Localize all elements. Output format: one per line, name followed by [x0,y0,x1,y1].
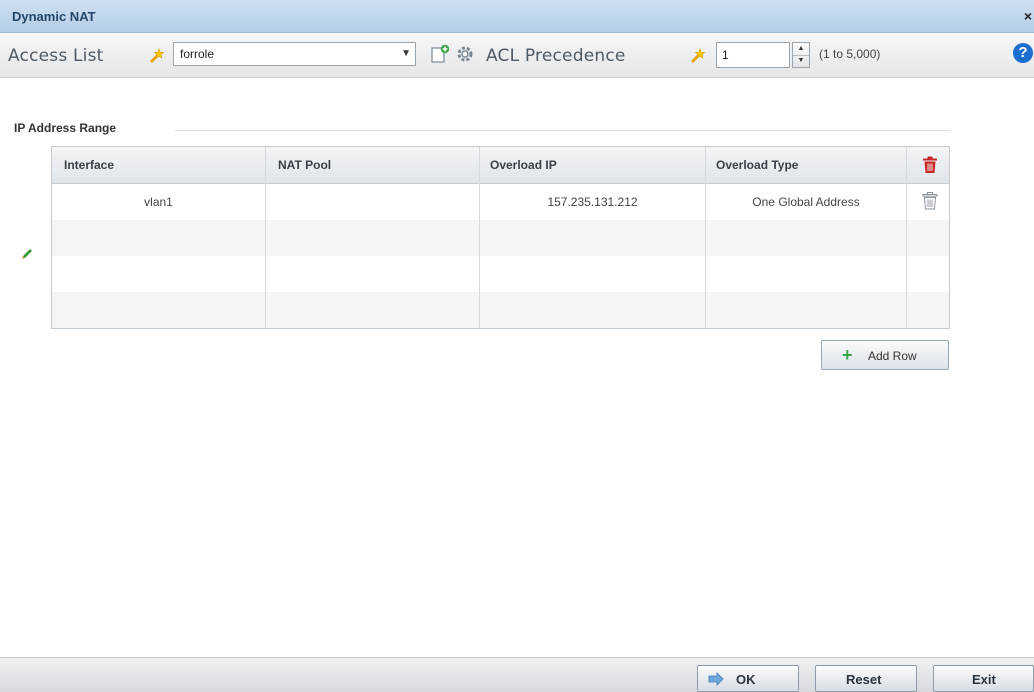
create-new-icon[interactable] [430,44,450,64]
add-row-button[interactable]: + Add Row [821,340,949,370]
column-divider [265,147,266,328]
ip-address-range-table: Interface NAT Pool Overload IP Overload … [51,146,950,329]
chevron-down-icon[interactable]: ▼ [401,43,411,65]
group-divider [175,130,950,131]
close-icon[interactable]: × [1024,8,1032,24]
stepper-down-icon[interactable]: ▼ [793,55,809,67]
dialog-footer: OK Reset Exit [0,657,1034,692]
reset-label: Reset [846,672,882,687]
pencil-icon [22,249,32,259]
table-header: Interface NAT Pool Overload IP Overload … [52,147,949,184]
table-row[interactable]: vlan1 157.235.131.212 One Global Address [52,184,949,220]
acl-precedence-label: ACL Precedence [486,46,626,66]
required-star-icon [691,48,706,63]
ok-button[interactable]: OK [697,665,799,692]
required-star-icon [150,48,165,63]
column-divider [906,147,907,328]
cell-interface: vlan1 [144,195,173,209]
ok-label: OK [736,672,756,687]
add-row-label: Add Row [868,349,917,363]
toolbar: Access List forrole ▼ ACL Precedence 1 ▲… [0,33,1034,78]
column-header-interface: Interface [64,158,115,172]
cell-overload-ip: 157.235.131.212 [547,195,638,209]
reset-button[interactable]: Reset [815,665,917,692]
exit-label: Exit [972,672,996,687]
column-divider [479,147,480,328]
cell-overload-type: One Global Address [752,195,860,209]
acl-precedence-input[interactable]: 1 [716,42,790,68]
ok-arrow-icon [708,672,724,686]
plus-icon: + [842,345,853,365]
help-icon[interactable]: ? [1013,43,1033,63]
access-list-label: Access List [8,46,104,66]
table-row [52,292,949,328]
table-row [52,256,949,292]
acl-precedence-range: (1 to 5,000) [819,47,881,61]
delete-row-icon[interactable] [922,192,938,210]
delete-all-icon[interactable] [922,156,938,174]
access-list-value: forrole [180,47,215,61]
gear-icon[interactable] [455,44,475,64]
column-header-overload-type: Overload Type [716,158,799,172]
acl-precedence-stepper[interactable]: ▲ ▼ [792,42,810,68]
access-list-select[interactable]: forrole ▼ [173,42,416,66]
exit-button[interactable]: Exit [933,665,1034,692]
column-divider [705,147,706,328]
column-header-nat-pool: NAT Pool [278,158,332,172]
column-header-overload-ip: Overload IP [490,158,557,172]
table-row [52,220,949,256]
ip-address-range-label: IP Address Range [14,121,117,135]
dialog-titlebar: Dynamic NAT × [0,0,1034,33]
dialog-title: Dynamic NAT [12,9,96,24]
